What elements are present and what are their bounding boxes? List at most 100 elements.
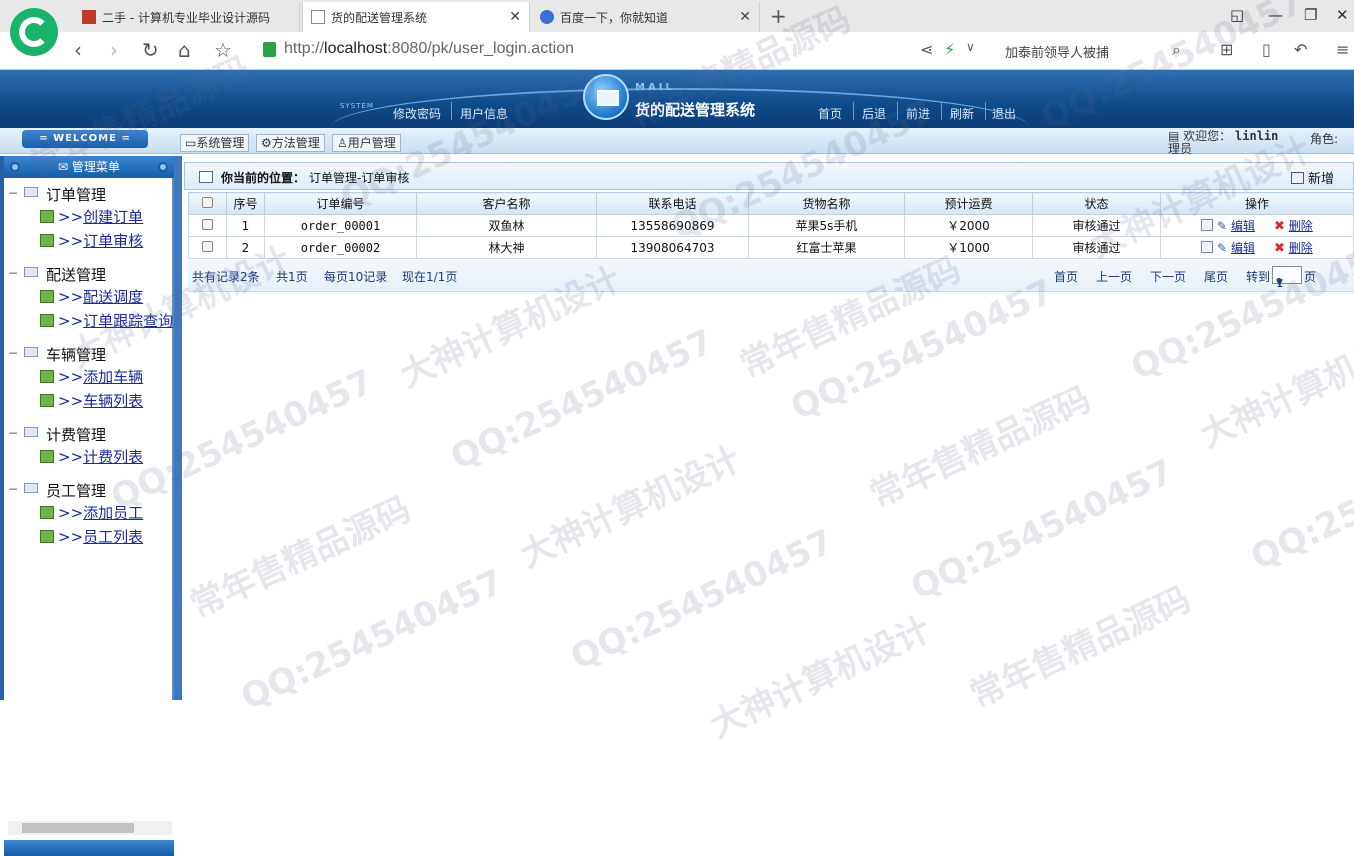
delete-x-icon[interactable]: ✖ [1274, 241, 1285, 256]
delete-link[interactable]: 删除 [1289, 241, 1313, 255]
next-page-link[interactable]: 下一页 [1150, 268, 1186, 285]
new-tab-icon[interactable]: + [770, 4, 787, 28]
tab-method-manage[interactable]: ⚙方法管理 [256, 134, 325, 152]
browser-tab-2[interactable]: 货的配送管理系统 ✕ [302, 2, 530, 32]
collapse-icon[interactable]: − [8, 186, 18, 200]
share-icon[interactable]: ⋖ [920, 40, 933, 59]
delete-x-icon[interactable]: ✖ [1274, 219, 1285, 234]
page-select[interactable]: 1 ▼ [1272, 266, 1302, 290]
item-prefix: >> [58, 232, 84, 250]
close-tab-icon[interactable]: ✕ [739, 9, 751, 25]
home-link[interactable]: 首页 [818, 105, 842, 122]
item-label: 添加车辆 [83, 368, 144, 386]
last-page-link[interactable]: 尾页 [1204, 268, 1228, 285]
apps-grid-icon[interactable]: ⊞ [1220, 40, 1233, 59]
reader-icon[interactable]: ▯ [1262, 40, 1271, 59]
cell-order: order_00002 [264, 236, 417, 259]
view-icon[interactable] [1201, 219, 1214, 231]
sidebar-item-add-staff[interactable]: >>添加员工 [40, 502, 143, 523]
column-header: 状态 [1032, 192, 1161, 215]
system-title: 货的配送管理系统 [635, 101, 756, 119]
address-toolbar: ‹ › ↻ ⌂ ☆ http://localhost:8080/pk/user_… [0, 32, 1354, 70]
item-prefix: >> [58, 368, 84, 386]
back-link[interactable]: 后退 [862, 105, 886, 122]
pagination: 共有记录2条 共1页 每页10记录 现在1/1页 首页 上一页 下一页 尾页 转… [188, 260, 1354, 292]
collapse-icon[interactable]: − [8, 266, 18, 280]
item-label: 添加员工 [83, 504, 144, 522]
item-label: 车辆列表 [83, 392, 144, 410]
select-all-checkbox[interactable] [202, 196, 213, 208]
delete-link[interactable]: 删除 [1289, 219, 1313, 233]
page-icon [40, 314, 54, 327]
minimize-icon[interactable]: — [1268, 6, 1283, 24]
row-checkbox[interactable] [202, 240, 213, 252]
tab-user-manage[interactable]: ♙用户管理 [332, 134, 401, 152]
row-checkbox[interactable] [202, 218, 213, 230]
forward-icon[interactable]: › [110, 38, 118, 62]
select-all-header[interactable] [188, 192, 227, 215]
pager-per-page: 每页10记录 [324, 270, 388, 284]
reload-icon[interactable]: ↻ [142, 38, 159, 62]
cell-no: 2 [226, 236, 265, 259]
item-label: 创建订单 [83, 208, 144, 226]
sidebar-item-order-review[interactable]: >>订单审核 [40, 230, 143, 251]
back-icon[interactable]: ‹ [74, 38, 82, 62]
edit-link[interactable]: 编辑 [1231, 241, 1255, 255]
add-button[interactable]: 新增 [1291, 168, 1334, 187]
browser-tab-1[interactable]: 二手 - 计算机专业毕业设计源码 [74, 2, 300, 32]
chevron-down-icon[interactable]: ∨ [966, 40, 975, 54]
prev-page-link[interactable]: 上一页 [1096, 268, 1132, 285]
pencil-icon[interactable]: ✎ [1217, 219, 1227, 233]
menu-icon[interactable]: ≡ [1336, 40, 1349, 59]
folder-icon [24, 187, 38, 197]
sidebar-item-billing-list[interactable]: >>计费列表 [40, 446, 143, 467]
collapse-icon[interactable]: − [8, 346, 18, 360]
sidebar-item-dispatch[interactable]: >>配送调度 [40, 286, 143, 307]
divider [897, 102, 898, 120]
change-password-link[interactable]: 修改密码 [393, 105, 441, 122]
collapse-icon[interactable]: − [8, 426, 18, 440]
sidebar-item-add-vehicle[interactable]: >>添加车辆 [40, 366, 143, 387]
cell-fee: ￥1000 [904, 236, 1033, 259]
sidebar-hscrollbar[interactable] [8, 821, 172, 835]
user-info-link[interactable]: 用户信息 [460, 105, 508, 122]
scroll-thumb[interactable] [22, 823, 134, 833]
edit-link[interactable]: 编辑 [1231, 219, 1255, 233]
search-icon[interactable]: ⌕ [1172, 40, 1181, 60]
pencil-icon[interactable]: ✎ [1217, 241, 1227, 255]
lightning-icon[interactable]: ⚡ [944, 40, 955, 59]
user-icon: ♙ [337, 136, 348, 150]
sidebar-item-staff-list[interactable]: >>员工列表 [40, 526, 143, 547]
sidebar-item-order-tracking[interactable]: >>订单跟踪查询 [40, 310, 173, 331]
close-window-icon[interactable]: ✕ [1336, 6, 1349, 24]
collapse-icon[interactable]: − [8, 482, 18, 496]
undo-icon[interactable]: ↶ [1294, 40, 1307, 59]
home-icon[interactable]: ⌂ [178, 38, 191, 62]
forward-link[interactable]: 前进 [906, 105, 930, 122]
star-icon[interactable]: ☆ [214, 38, 232, 62]
sidebar-splitter[interactable] [174, 156, 182, 700]
browser-tab-3[interactable]: 百度一下，你就知道 ✕ [532, 2, 760, 32]
shirt-skin-icon[interactable]: ◱ [1230, 6, 1244, 24]
tab-system-manage[interactable]: ▭系统管理 [180, 134, 250, 152]
gear-icon: ⚙ [261, 136, 272, 150]
row-select-cell[interactable] [188, 236, 227, 259]
logout-link[interactable]: 退出 [992, 105, 1016, 122]
close-tab-icon[interactable]: ✕ [509, 9, 521, 25]
url-field[interactable]: http://localhost:8080/pk/user_login.acti… [284, 40, 574, 58]
restore-icon[interactable]: ❐ [1304, 6, 1317, 24]
welcome-badge: = WELCOME = [22, 130, 148, 148]
refresh-link[interactable]: 刷新 [950, 105, 974, 122]
cell-order: order_00001 [264, 214, 417, 237]
browser-logo-icon[interactable] [10, 8, 58, 56]
first-page-link[interactable]: 首页 [1054, 268, 1078, 285]
item-label: 配送调度 [83, 288, 144, 306]
cell-customer: 双鱼林 [416, 214, 597, 237]
sidebar-item-vehicle-list[interactable]: >>车辆列表 [40, 390, 143, 411]
page-favicon-icon [311, 10, 325, 24]
cell-fee: ￥2000 [904, 214, 1033, 237]
sidebar-item-create-order[interactable]: >>创建订单 [40, 206, 143, 227]
row-select-cell[interactable] [188, 214, 227, 237]
view-icon[interactable] [1201, 241, 1214, 253]
news-search-hint[interactable]: 加泰前领导人被捕 [1005, 42, 1109, 61]
